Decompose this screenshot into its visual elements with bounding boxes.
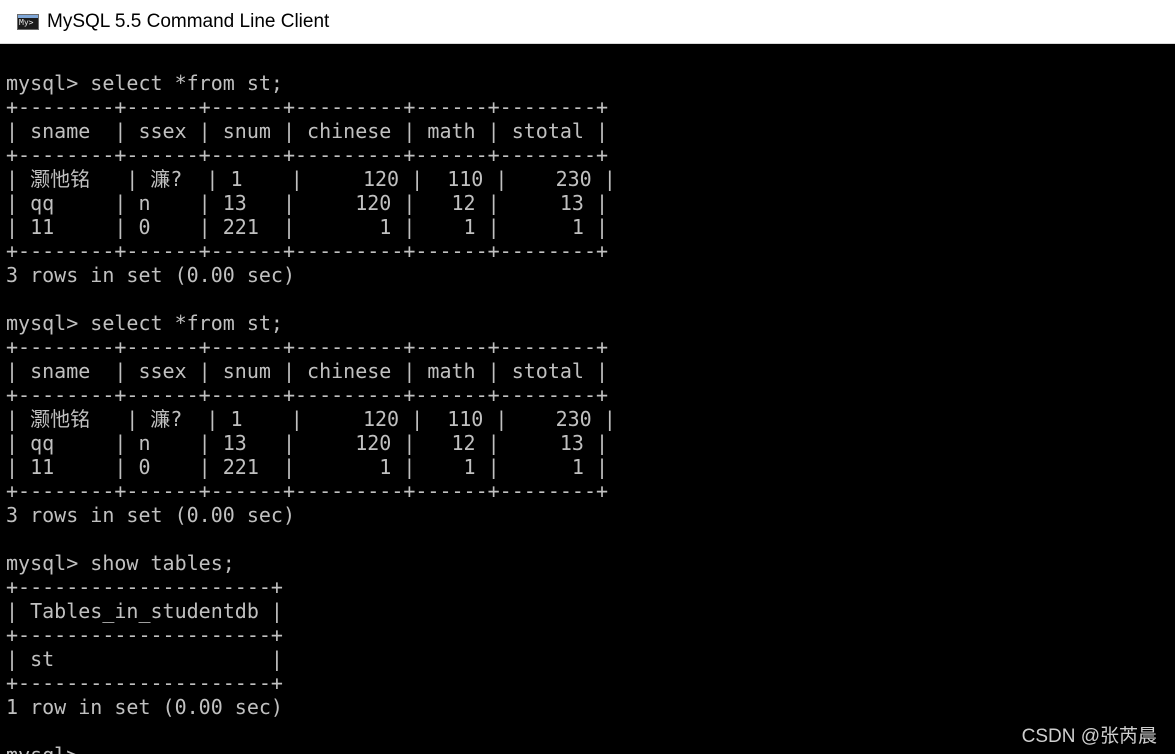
csdn-watermark: CSDN @张芮晨 <box>1021 726 1157 747</box>
console-line: mysql> select *from st; <box>6 311 283 335</box>
console-line: +--------+------+------+---------+------… <box>6 143 609 167</box>
console-line: 1 row in set (0.00 sec) <box>6 695 283 719</box>
console-line: mysql> show tables; <box>6 551 235 575</box>
console-line: 3 rows in set (0.00 sec) <box>6 503 295 527</box>
console-line: | 11 | 0 | 221 | 1 | 1 | 1 | <box>6 215 609 239</box>
console-window: MySQL 5.5 Command Line Client mysql> sel… <box>0 0 1175 754</box>
console-line: +---------------------+ <box>6 671 283 695</box>
console-line: +--------+------+------+---------+------… <box>6 95 609 119</box>
console-line: 3 rows in set (0.00 sec) <box>6 263 295 287</box>
title-bar[interactable]: MySQL 5.5 Command Line Client <box>0 0 1175 44</box>
console-line: mysql> select *from st; <box>6 71 283 95</box>
console-line: | sname | ssex | snum | chinese | math |… <box>6 119 609 143</box>
console-line: | 灏忚铭 | 濂? | 1 | 120 | 110 | 230 | <box>6 167 616 191</box>
console-line: | Tables_in_studentdb | <box>6 599 283 623</box>
window-title: MySQL 5.5 Command Line Client <box>47 10 330 32</box>
console-line: | 灏忚铭 | 濂? | 1 | 120 | 110 | 230 | <box>6 407 616 431</box>
console-line: +--------+------+------+---------+------… <box>6 479 609 503</box>
console-line: +---------------------+ <box>6 575 283 599</box>
mysql-console-icon <box>17 13 39 30</box>
console-line: +--------+------+------+---------+------… <box>6 335 609 359</box>
console-output[interactable]: mysql> select *from st; +--------+------+… <box>0 44 1175 754</box>
console-line: +---------------------+ <box>6 623 283 647</box>
console-line: | sname | ssex | snum | chinese | math |… <box>6 359 609 383</box>
console-line: +--------+------+------+---------+------… <box>6 383 609 407</box>
console-line: | qq | n | 13 | 120 | 12 | 13 | <box>6 431 609 455</box>
console-line: | st | <box>6 647 283 671</box>
console-line: | 11 | 0 | 221 | 1 | 1 | 1 | <box>6 455 609 479</box>
console-line: +--------+------+------+---------+------… <box>6 239 609 263</box>
console-line: mysql> <box>6 743 78 754</box>
console-line: | qq | n | 13 | 120 | 12 | 13 | <box>6 191 609 215</box>
